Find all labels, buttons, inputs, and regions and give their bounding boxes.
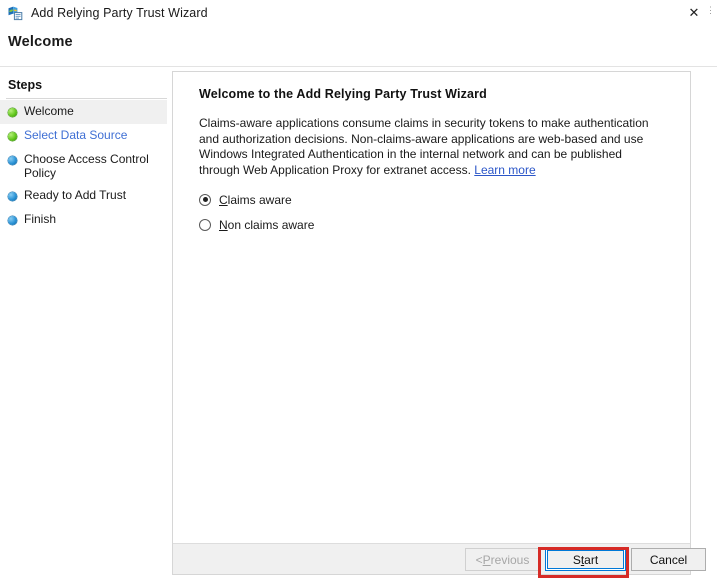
page-header: Welcome: [0, 25, 717, 66]
sidebar-item-ready-to-add-trust[interactable]: Ready to Add Trust: [0, 184, 167, 208]
radio-indicator-icon[interactable]: [199, 218, 211, 231]
start-button-rest: art: [584, 552, 599, 567]
steps-list: Welcome Select Data Source Choose Access…: [0, 100, 167, 232]
content-description: Claims-aware applications consume claims…: [199, 116, 663, 178]
radio-claims-aware[interactable]: Claims aware: [199, 187, 639, 212]
step-status-icon: [8, 108, 17, 117]
wizard-content-panel: Welcome to the Add Relying Party Trust W…: [172, 71, 706, 575]
wizard-content-body: Welcome to the Add Relying Party Trust W…: [173, 72, 690, 543]
sidebar-item-label: Choose Access Control Policy: [24, 152, 149, 180]
radio-label-rest: laims aware: [227, 192, 292, 207]
window-overflow-icon[interactable]: ⋮: [706, 6, 715, 15]
start-button[interactable]: St art: [545, 548, 626, 571]
sidebar-item-label: Ready to Add Trust: [24, 188, 127, 202]
sidebar-item-select-data-source[interactable]: Select Data Source: [0, 124, 167, 148]
start-button-prefix: S: [572, 552, 581, 567]
steps-sidebar: Steps Welcome Select Data Source Choose …: [0, 67, 167, 579]
sidebar-item-label[interactable]: Select Data Source: [24, 128, 127, 142]
wizard-footer: < Previous St art Cancel: [173, 543, 706, 574]
page-title: Welcome: [8, 34, 73, 50]
previous-button[interactable]: < Previous: [465, 548, 540, 571]
radio-indicator-icon[interactable]: [199, 193, 211, 206]
radio-accelerator: C: [219, 192, 228, 207]
radio-label: Non claims aware: [219, 218, 314, 232]
cancel-button[interactable]: Cancel: [631, 548, 706, 571]
sidebar-item-choose-access-control-policy[interactable]: Choose Access Control Policy: [0, 148, 167, 184]
previous-button-accelerator: P: [482, 552, 491, 567]
step-status-icon: [8, 216, 17, 225]
wizard-shield-icon: [7, 5, 23, 21]
sidebar-item-label: Welcome: [24, 104, 74, 118]
step-status-icon: [8, 192, 17, 201]
steps-heading: Steps: [8, 78, 43, 92]
sidebar-item-finish[interactable]: Finish: [0, 208, 167, 232]
window-title: Add Relying Party Trust Wizard: [31, 5, 208, 20]
radio-label: Claims aware: [219, 193, 292, 207]
sidebar-item-welcome[interactable]: Welcome: [0, 100, 167, 124]
previous-button-rest: revious: [490, 552, 530, 567]
previous-button-prefix: <: [475, 552, 483, 567]
steps-divider: [6, 98, 167, 99]
step-status-icon: [8, 132, 17, 141]
title-bar: Add Relying Party Trust Wizard ✕ ⋮: [0, 0, 717, 25]
radio-label-rest: on claims aware: [227, 217, 315, 232]
learn-more-link[interactable]: Learn more: [474, 163, 535, 177]
claims-awareness-radio-group: Claims aware Non claims aware: [199, 187, 639, 237]
sidebar-item-label: Finish: [24, 212, 57, 226]
content-heading: Welcome to the Add Relying Party Trust W…: [199, 87, 487, 101]
radio-non-claims-aware[interactable]: Non claims aware: [199, 212, 639, 237]
step-status-icon: [8, 156, 17, 165]
content-description-text: Claims-aware applications consume claims…: [199, 116, 649, 177]
radio-accelerator: N: [219, 217, 228, 232]
